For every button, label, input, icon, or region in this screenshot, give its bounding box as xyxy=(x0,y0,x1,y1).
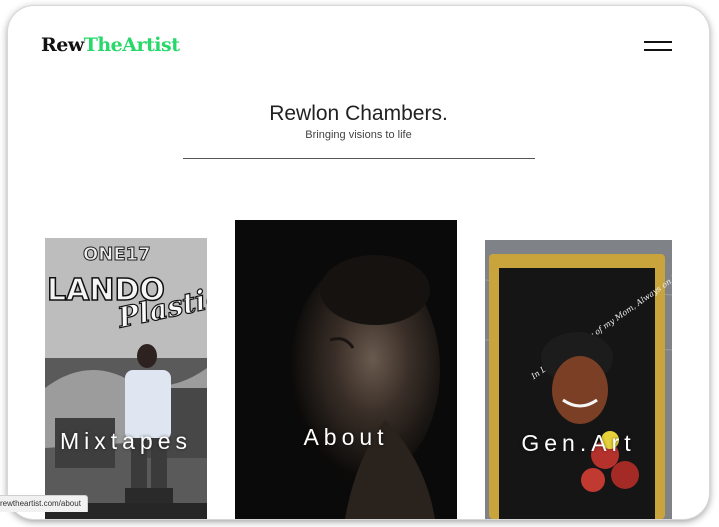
menu-line-bottom xyxy=(644,49,672,51)
page-tagline: Bringing visions to life xyxy=(305,129,412,141)
status-url: rewtheartist.com/about xyxy=(0,499,81,508)
cover-text-one17: ONE17 xyxy=(83,244,151,265)
site-logo[interactable]: RewTheArtist xyxy=(41,34,180,56)
gen-art-card[interactable]: In Loving Memory of my Mom, Always on My… xyxy=(485,240,672,519)
mixtape-cover-image: ONE17 LANDO Plastic xyxy=(45,238,207,519)
mixtapes-card[interactable]: ONE17 LANDO Plastic Mixtapes xyxy=(45,238,207,519)
browser-viewport: RewTheArtist Rewlon Chambers. Bringing v… xyxy=(8,6,709,519)
about-portrait-image xyxy=(235,220,457,519)
about-card[interactable]: About xyxy=(235,220,457,519)
logo-text-theartist: TheArtist xyxy=(83,34,180,56)
logo-text-rew: Rew xyxy=(41,34,84,56)
title-divider xyxy=(183,158,535,159)
hamburger-menu-icon[interactable] xyxy=(644,41,672,53)
gen-art-painting-image: In Loving Memory of my Mom, Always on My… xyxy=(485,240,672,519)
menu-line-top xyxy=(644,41,672,43)
gen-art-label: Gen.Art xyxy=(521,430,636,456)
link-status-bar: rewtheartist.com/about xyxy=(0,495,88,512)
mixtapes-label: Mixtapes xyxy=(59,428,193,454)
page-title: Rewlon Chambers. xyxy=(269,102,448,126)
about-label: About xyxy=(303,424,389,450)
